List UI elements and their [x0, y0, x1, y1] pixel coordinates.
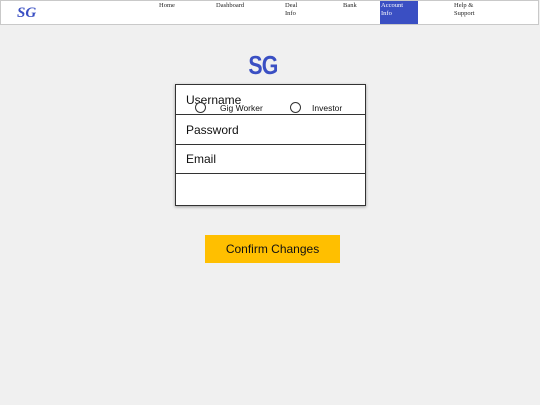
gig-worker-label[interactable]: Gig Worker — [220, 103, 263, 113]
nav-account-info-label: Account Info — [381, 2, 404, 17]
email-field[interactable]: Email — [176, 145, 365, 174]
nav-deal-info[interactable]: Deal Info — [285, 1, 307, 24]
nav-home[interactable]: Home — [159, 1, 199, 24]
confirm-changes-button[interactable]: Confirm Changes — [205, 235, 340, 263]
nav-dashboard[interactable]: Dashboard — [216, 1, 261, 24]
investor-radio[interactable] — [290, 102, 301, 113]
gig-worker-radio[interactable] — [195, 102, 206, 113]
page-logo: SG — [248, 50, 278, 80]
top-nav-bar: SG Home Dashboard Deal Info Bank Account… — [0, 0, 539, 25]
password-field[interactable]: Password — [176, 115, 365, 145]
nav-help-support[interactable]: Help & Support — [454, 1, 484, 24]
role-radio-group — [176, 174, 365, 205]
nav-bank[interactable]: Bank — [343, 1, 373, 24]
brand-logo[interactable]: SG — [17, 5, 36, 21]
nav-account-info[interactable]: Account Info — [380, 1, 418, 24]
investor-label[interactable]: Investor — [312, 103, 342, 113]
